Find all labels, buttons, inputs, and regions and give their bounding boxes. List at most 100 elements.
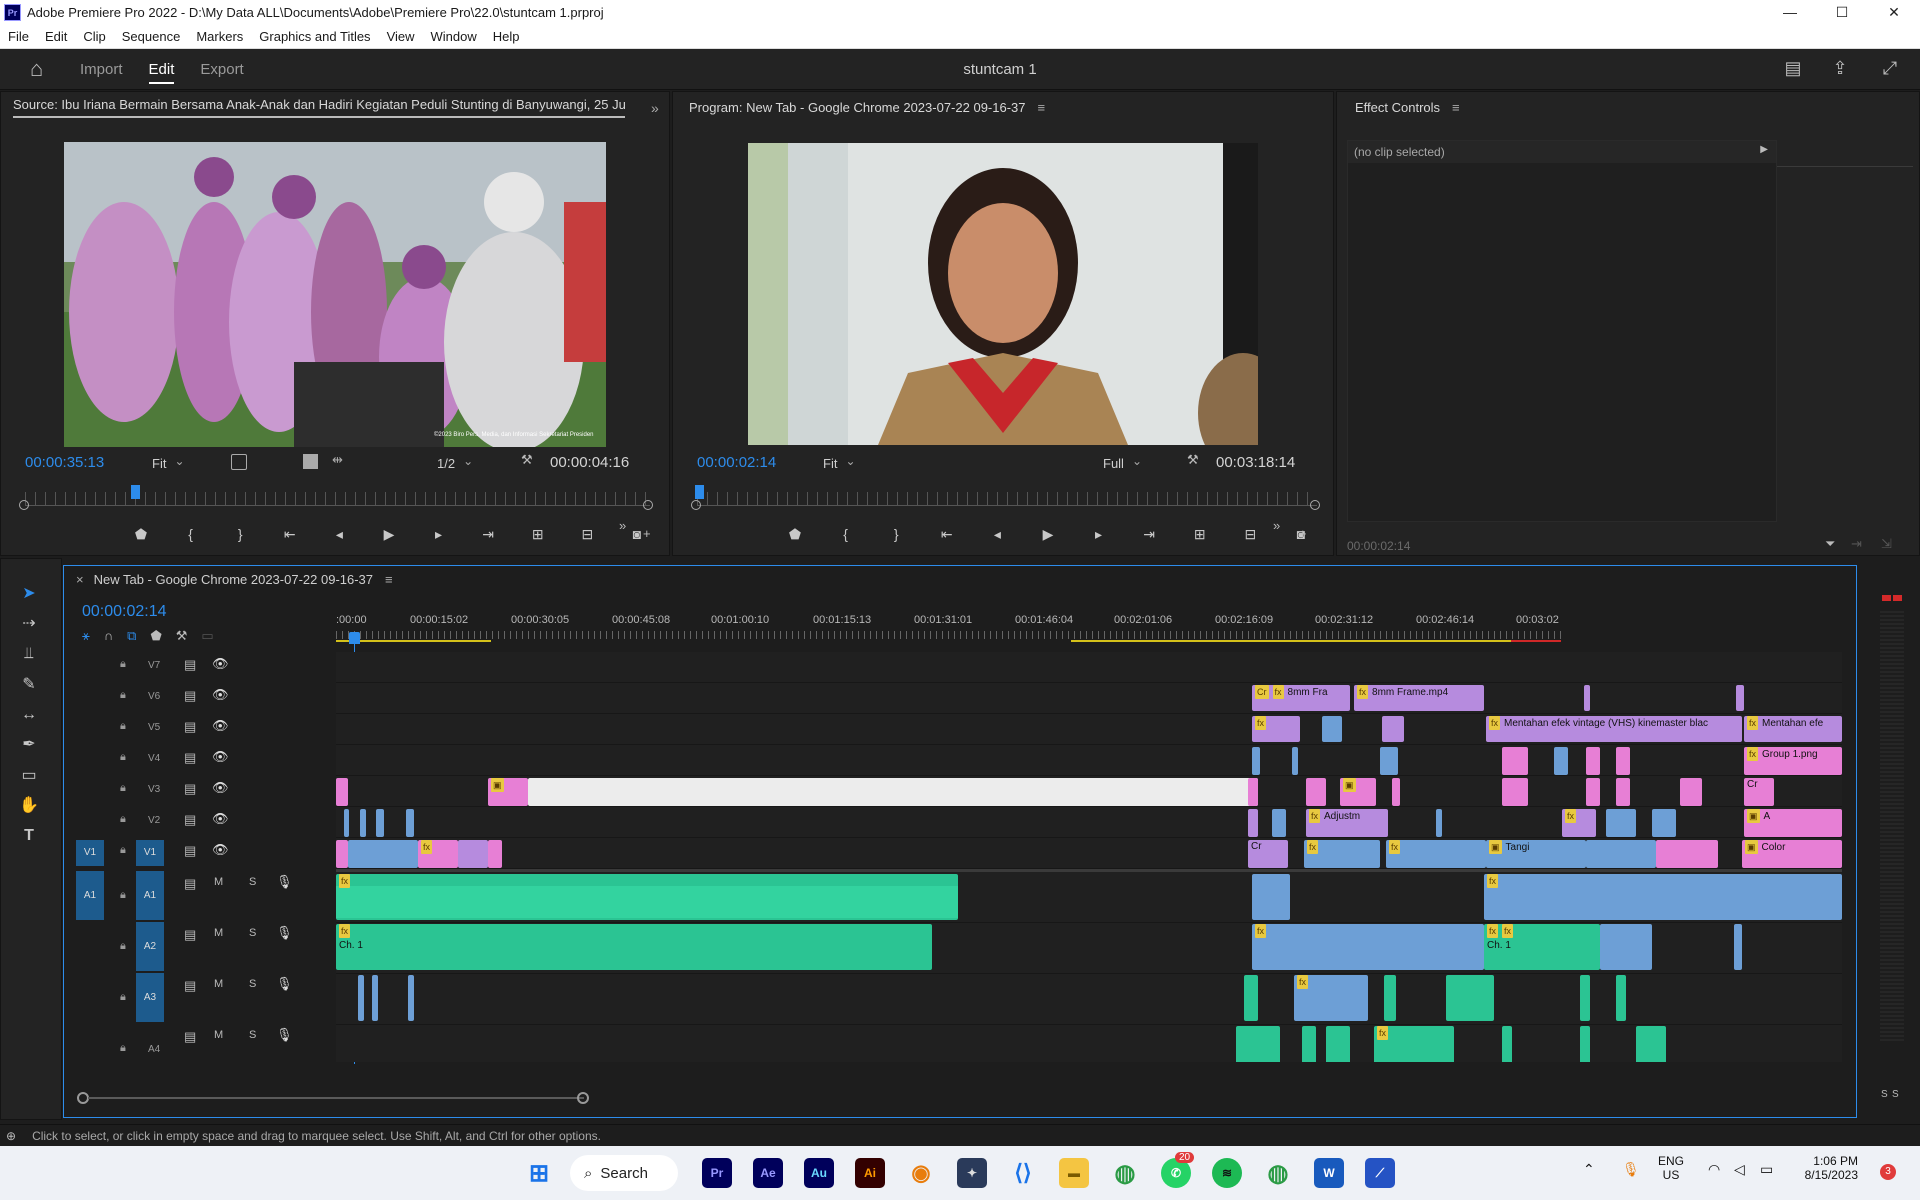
filter-icon[interactable]: ⏷: [1825, 536, 1835, 552]
audio-clip[interactable]: fx: [336, 874, 958, 920]
tab-import[interactable]: Import: [80, 49, 123, 90]
razor-icon[interactable]: ✎: [16, 672, 42, 698]
hand-icon[interactable]: ✋: [16, 793, 42, 819]
close-button[interactable]: ✕: [1868, 4, 1920, 21]
video-clip[interactable]: ▣ Color: [1742, 840, 1842, 868]
eye-icon[interactable]: 👁︎: [212, 718, 229, 734]
video-clip[interactable]: [1616, 778, 1630, 806]
menu-file[interactable]: File: [0, 29, 37, 44]
word-icon[interactable]: W: [1314, 1158, 1344, 1188]
eye-icon[interactable]: 👁︎: [212, 842, 229, 858]
video-clip[interactable]: [1656, 840, 1718, 868]
lock-icon[interactable]: 🔒︎: [120, 889, 126, 902]
audio-clip[interactable]: fx Ch. 1: [336, 924, 932, 970]
source-patch-a1[interactable]: A1: [76, 871, 104, 920]
source-resolution-select[interactable]: 1/2: [437, 456, 473, 471]
eye-icon[interactable]: 👁︎: [212, 811, 229, 827]
maximize-button[interactable]: ☐: [1816, 4, 1868, 21]
sync-lock-icon[interactable]: ▤: [184, 927, 196, 943]
ripple-edit-icon[interactable]: ⫫: [16, 641, 42, 667]
audio-clip[interactable]: fx: [1294, 975, 1368, 1021]
program-playhead[interactable]: [695, 485, 704, 499]
video-clip[interactable]: [1586, 778, 1600, 806]
audio-clip[interactable]: [1580, 975, 1590, 1021]
audio-clip[interactable]: [372, 975, 378, 1021]
panel-menu-icon[interactable]: ≡: [385, 572, 393, 587]
microphone-icon[interactable]: 🎙︎: [276, 874, 293, 890]
meter-solo-left[interactable]: S: [1881, 1089, 1888, 1100]
vscode-icon[interactable]: ⟨⟩: [1008, 1158, 1038, 1188]
video-clip[interactable]: [1586, 840, 1656, 868]
video-clip[interactable]: ▣ A: [1744, 809, 1842, 837]
microphone-tray-icon[interactable]: 🎙︎: [1622, 1161, 1640, 1178]
sync-lock-icon[interactable]: ▤: [184, 719, 196, 735]
zoom-handle-right[interactable]: [577, 1092, 589, 1104]
video-clip[interactable]: Cr: [1248, 840, 1288, 868]
overwrite-icon[interactable]: ⊟: [575, 526, 599, 543]
sync-lock-icon[interactable]: ▤: [184, 1029, 196, 1045]
menu-clip[interactable]: Clip: [75, 29, 113, 44]
program-resolution-select[interactable]: Full: [1103, 456, 1142, 471]
sync-lock-icon[interactable]: ▤: [184, 843, 196, 859]
sync-lock-icon[interactable]: ▤: [184, 978, 196, 994]
premiere-taskbar-icon[interactable]: Pr: [702, 1158, 732, 1188]
lock-icon[interactable]: 🔒︎: [120, 844, 126, 857]
davinci-icon[interactable]: ✦: [957, 1158, 987, 1188]
video-clip[interactable]: fx Mentahan efek vintage (VHS) kinemaster…: [1486, 716, 1742, 742]
source-monitor-title[interactable]: Source: Ibu Iriana Bermain Bersama Anak-…: [13, 97, 625, 118]
safe-margins-icon[interactable]: [231, 454, 247, 470]
video-clip[interactable]: fx: [418, 840, 458, 868]
video-clip[interactable]: [1586, 747, 1600, 775]
mark-in-icon[interactable]: {: [179, 526, 203, 543]
insert-overlay-icon[interactable]: [303, 454, 318, 469]
video-clip[interactable]: [1584, 685, 1590, 711]
program-monitor-title[interactable]: Program: New Tab - Google Chrome 2023-07…: [689, 100, 1026, 115]
video-clip[interactable]: [348, 840, 418, 868]
video-clip[interactable]: [1680, 778, 1702, 806]
mark-in-icon[interactable]: {: [834, 526, 858, 543]
sync-lock-icon[interactable]: ▤: [184, 750, 196, 766]
timeline-settings-icon[interactable]: ⚒: [176, 628, 188, 644]
play-icon[interactable]: ▶: [1036, 526, 1060, 543]
sync-lock-icon[interactable]: ▤: [184, 688, 196, 704]
audio-clip[interactable]: fx: [1252, 924, 1484, 970]
add-button-icon[interactable]: +: [1299, 526, 1307, 541]
mute-button[interactable]: M: [214, 876, 223, 888]
solo-button[interactable]: S: [249, 1029, 256, 1041]
video-clip[interactable]: [1616, 747, 1630, 775]
audio-clip[interactable]: [1502, 1026, 1512, 1062]
button-editor-icon[interactable]: »: [1273, 518, 1280, 533]
language-indicator[interactable]: ENG US: [1658, 1154, 1684, 1182]
autodesk-icon[interactable]: ⟋: [1365, 1158, 1395, 1188]
track-label[interactable]: A3: [136, 973, 164, 1022]
menu-help[interactable]: Help: [485, 29, 528, 44]
audio-clip[interactable]: [1302, 1026, 1316, 1062]
effect-controls-title[interactable]: Effect Controls: [1355, 100, 1440, 115]
minimize-button[interactable]: —: [1764, 4, 1816, 21]
pen-icon[interactable]: ✒: [16, 732, 42, 758]
program-zoom-handle-left[interactable]: [691, 500, 701, 510]
go-to-out-icon[interactable]: ⇥: [476, 526, 500, 543]
panel-menu-icon[interactable]: ≡: [1038, 100, 1046, 115]
blender-icon[interactable]: ◉: [906, 1158, 936, 1188]
menu-graphics-and-titles[interactable]: Graphics and Titles: [251, 29, 378, 44]
audio-clip[interactable]: [1252, 874, 1290, 920]
video-clip[interactable]: [458, 840, 488, 868]
video-clip[interactable]: [1248, 778, 1258, 806]
video-clip[interactable]: Cr fx 8mm Fra: [1252, 685, 1350, 711]
video-clip[interactable]: [336, 840, 348, 868]
mute-button[interactable]: M: [214, 927, 223, 939]
tab-export[interactable]: Export: [200, 49, 243, 90]
video-clip[interactable]: [360, 809, 366, 837]
track-select-icon[interactable]: ⇢: [16, 611, 42, 637]
audio-clip[interactable]: fx: [1484, 874, 1842, 920]
video-clip[interactable]: [1322, 716, 1342, 742]
video-clip[interactable]: [1606, 809, 1636, 837]
audio-clip[interactable]: [1616, 975, 1626, 1021]
microphone-icon[interactable]: 🎙︎: [276, 976, 293, 992]
program-time-ruler[interactable]: [697, 492, 1317, 506]
lock-icon[interactable]: 🔒︎: [120, 782, 126, 795]
rectangle-icon[interactable]: ▭: [16, 763, 42, 789]
audio-clip[interactable]: [358, 975, 364, 1021]
video-clip[interactable]: [376, 809, 384, 837]
